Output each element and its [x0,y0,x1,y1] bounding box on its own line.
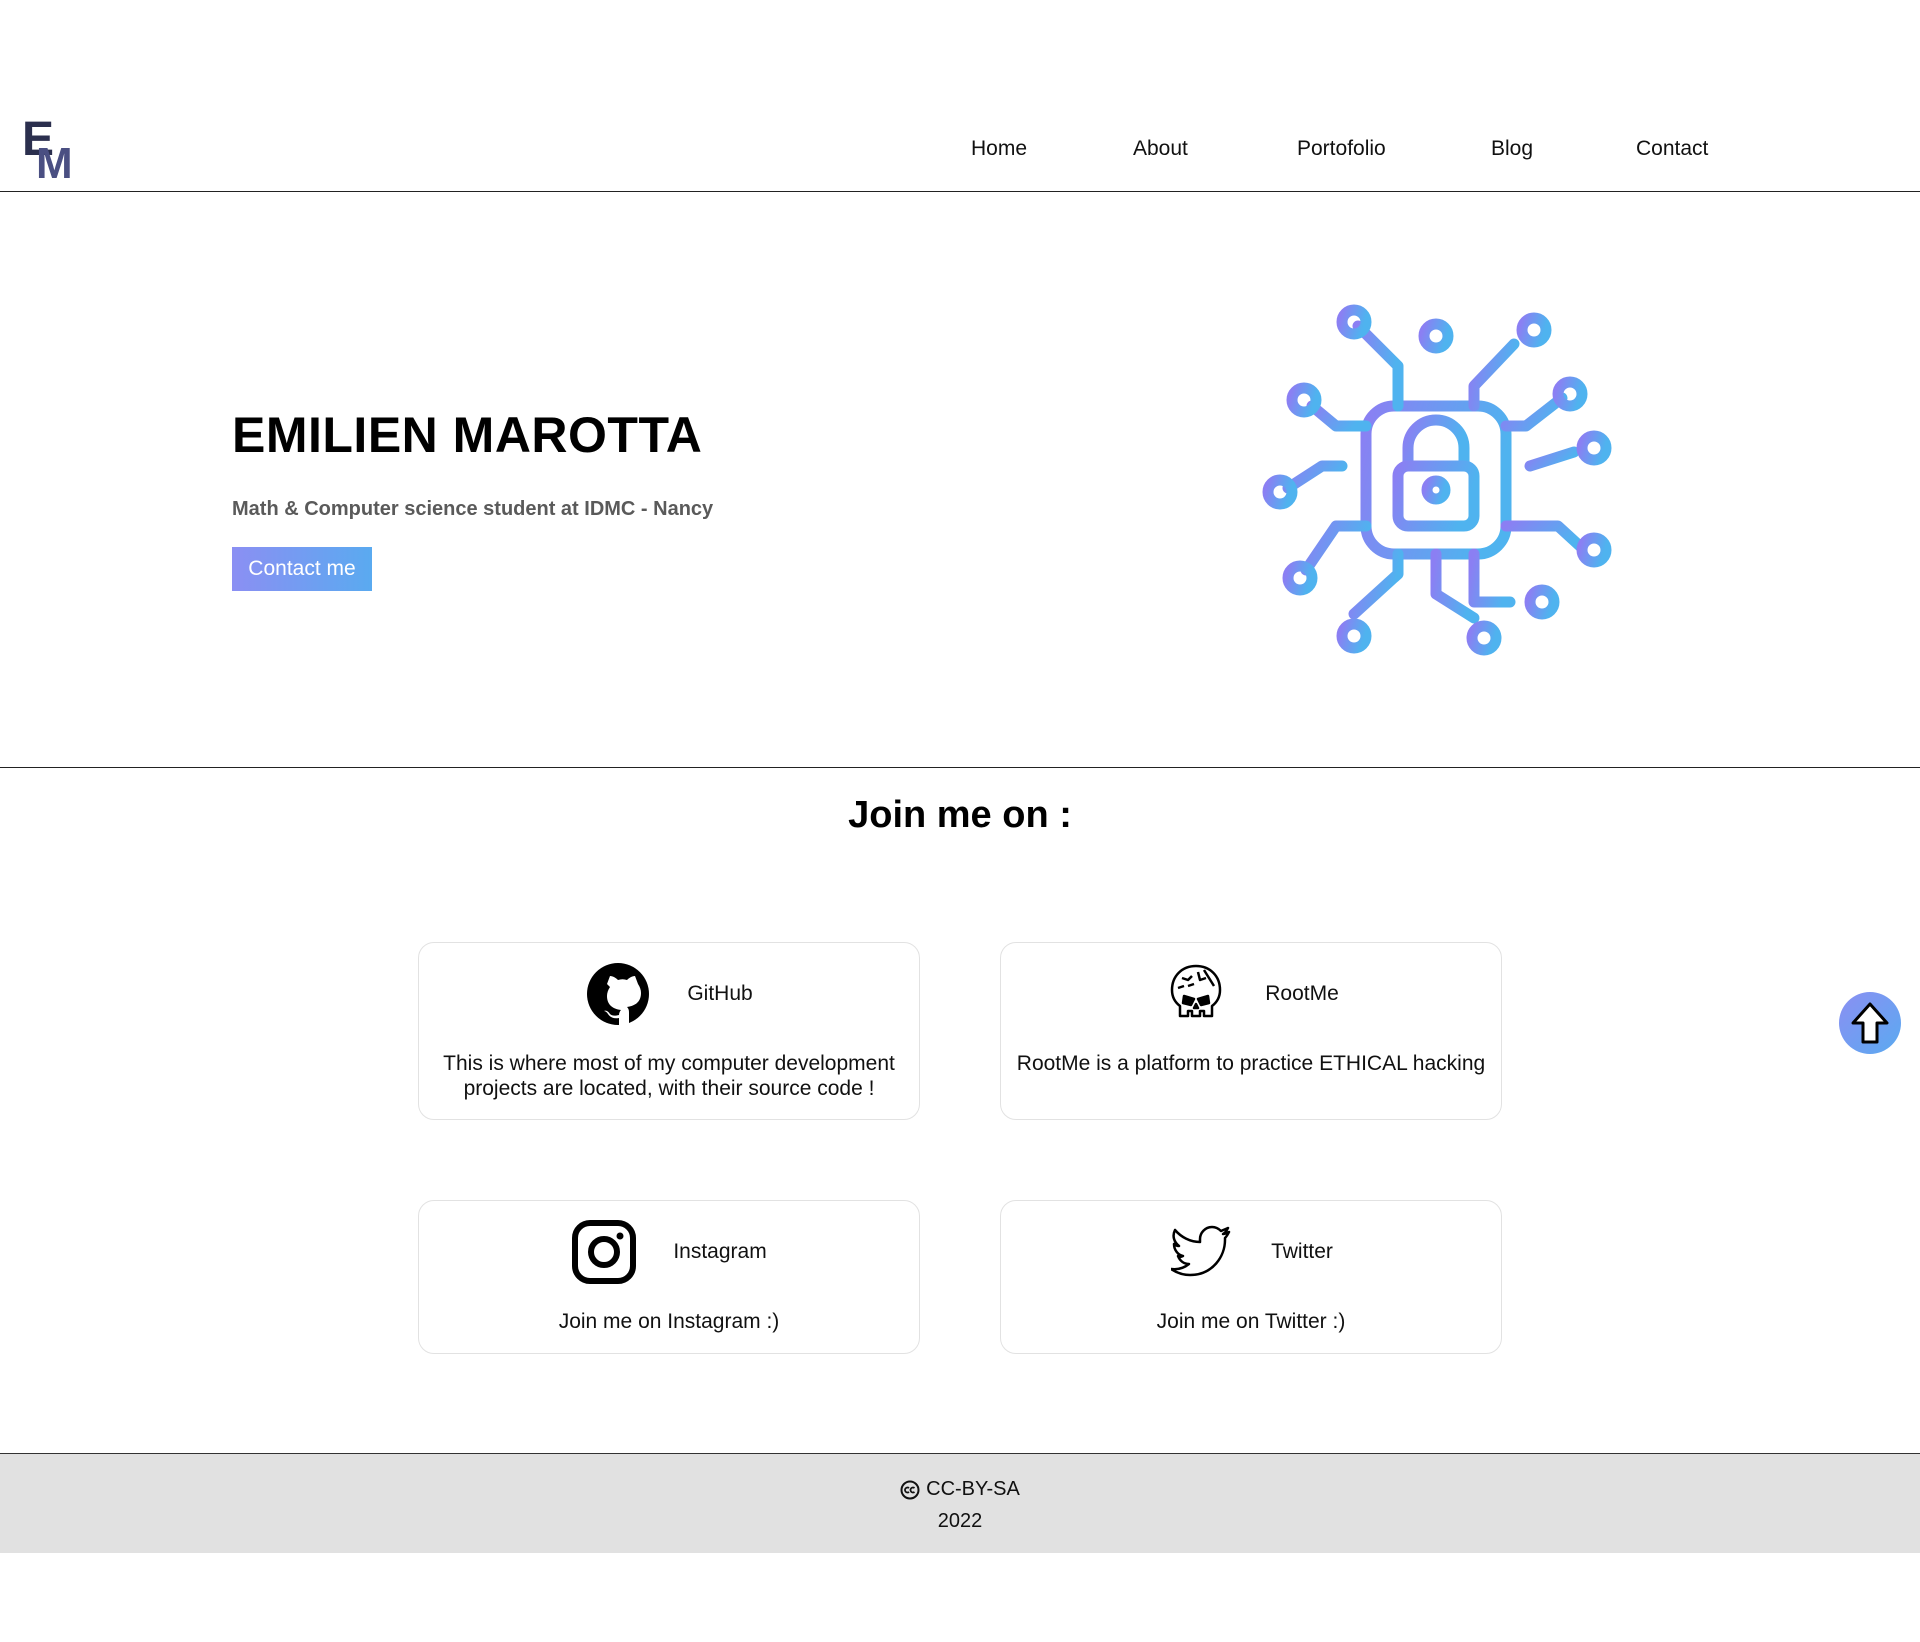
card-title: GitHub [687,982,753,1005]
nav-home[interactable]: Home [971,137,1027,161]
join-title: Join me on : [848,794,1072,836]
card-description: Join me on Twitter :) [1156,1310,1346,1333]
card-title: RootMe [1265,982,1339,1005]
rootme-skull-icon [1163,961,1229,1027]
card-header: GitHub [419,961,919,1027]
nav-portfolio[interactable]: Portofolio [1297,137,1386,161]
arrow-up-icon [1851,1002,1889,1044]
section-divider [0,767,1920,768]
site-header: E M Home About Portofolio Blog Contact [0,0,1920,192]
main-nav: Home About Portofolio Blog Contact [0,137,1920,163]
scroll-to-top-button[interactable] [1839,992,1901,1054]
card-header: Instagram [419,1219,919,1285]
card-header: RootMe [1001,961,1501,1027]
contact-me-button[interactable]: Contact me [232,547,372,591]
instagram-icon [571,1219,637,1285]
github-icon [585,961,651,1027]
nav-about[interactable]: About [1133,137,1188,161]
card-description: Join me on Instagram :) [558,1310,780,1333]
twitter-card[interactable]: Twitter Join me on Twitter :) [1000,1200,1502,1354]
github-card[interactable]: GitHub This is where most of my computer… [418,942,920,1120]
card-description: RootMe is a platform to practice ETHICAL… [1016,1052,1486,1075]
card-header: Twitter [1001,1219,1501,1285]
footer-license: CC-BY-SA [0,1478,1920,1501]
circuit-lock-icon [1262,304,1612,656]
card-title: Instagram [673,1240,767,1263]
creative-commons-icon [900,1480,920,1499]
rootme-card[interactable]: RootMe RootMe is a platform to practice … [1000,942,1502,1120]
twitter-bird-icon [1169,1219,1235,1285]
site-footer: CC-BY-SA 2022 [0,1453,1920,1553]
nav-contact[interactable]: Contact [1636,137,1708,161]
card-title: Twitter [1271,1240,1333,1263]
footer-year: 2022 [937,1510,983,1532]
hero-name: EMILIEN MAROTTA [232,407,703,463]
instagram-card[interactable]: Instagram Join me on Instagram :) [418,1200,920,1354]
nav-blog[interactable]: Blog [1491,137,1533,161]
hero-subtitle: Math & Computer science student at IDMC … [232,498,714,520]
card-description: This is where most of my computer develo… [443,1052,895,1100]
license-text: CC-BY-SA [926,1478,1020,1500]
